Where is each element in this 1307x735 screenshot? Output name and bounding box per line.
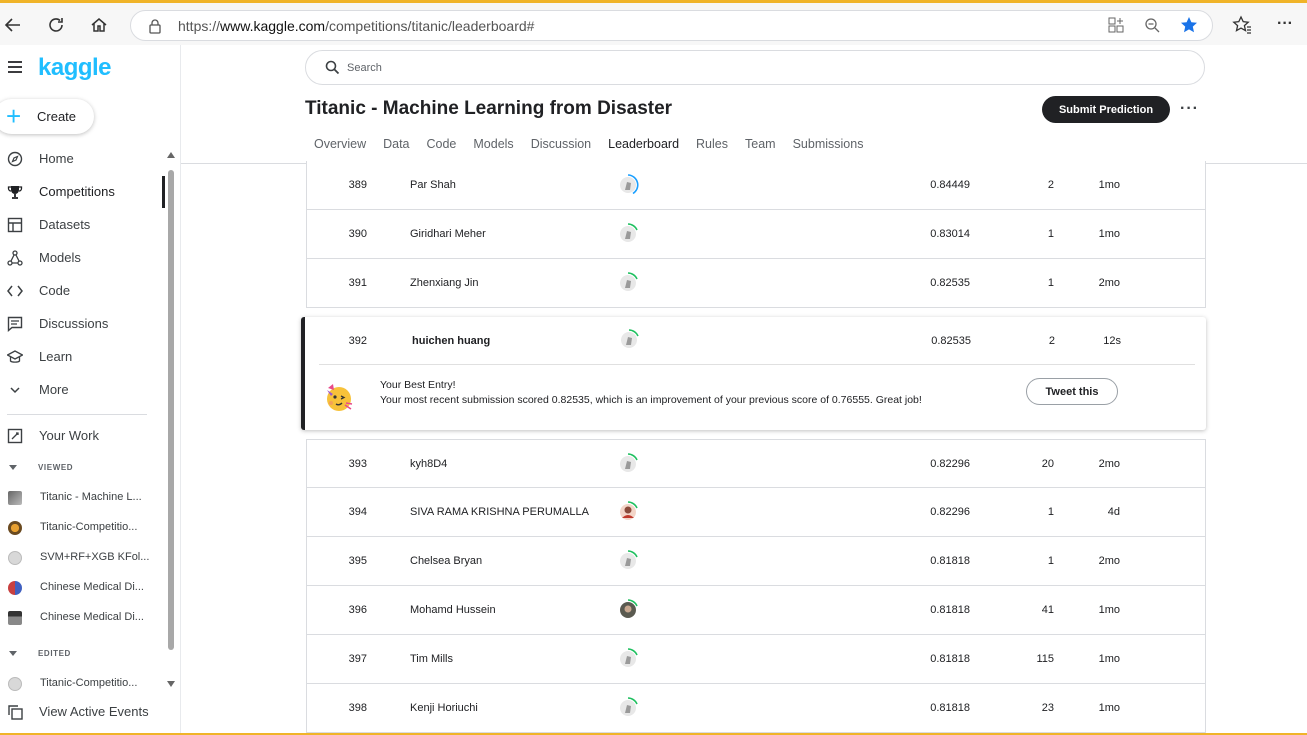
- default-avatar-icon[interactable]: [617, 550, 639, 572]
- default-avatar-icon[interactable]: [617, 648, 639, 670]
- table-icon: [7, 217, 23, 233]
- scroll-down-icon[interactable]: [167, 681, 175, 687]
- plus-icon: +: [6, 101, 22, 131]
- browser-menu-icon[interactable]: ···: [1277, 15, 1293, 33]
- best-entry-message: Your most recent submission scored 0.825…: [380, 394, 922, 406]
- tab-team[interactable]: Team: [745, 137, 776, 163]
- address-bar[interactable]: https://www.kaggle.com/competitions/tita…: [130, 10, 1213, 41]
- sidebar-item-code[interactable]: Code: [0, 275, 165, 307]
- favorite-star-icon[interactable]: [1180, 16, 1198, 39]
- avatar-icon: [8, 581, 22, 595]
- scroll-thumb[interactable]: [168, 170, 174, 650]
- chevron-down-icon: [7, 382, 23, 398]
- default-avatar-icon[interactable]: [617, 272, 639, 294]
- viewed-item[interactable]: Chinese Medical Di...: [0, 573, 165, 603]
- viewed-item[interactable]: Chinese Medical Di...: [0, 603, 165, 633]
- lock-icon: [148, 18, 162, 39]
- school-icon: [6, 349, 24, 365]
- sidebar-item-models[interactable]: Models: [0, 242, 165, 274]
- tab-rules[interactable]: Rules: [696, 137, 728, 163]
- viewed-section-toggle[interactable]: VIEWED: [9, 463, 73, 472]
- default-avatar-icon[interactable]: [617, 453, 639, 475]
- avatar-icon: [8, 521, 22, 535]
- more-options-icon[interactable]: ···: [1180, 100, 1199, 118]
- submit-prediction-button[interactable]: Submit Prediction: [1042, 96, 1170, 123]
- party-face-icon: [323, 382, 355, 414]
- sidebar-item-discussions[interactable]: Discussions: [0, 308, 165, 340]
- tab-models[interactable]: Models: [473, 137, 513, 163]
- card-divider: [319, 364, 1195, 365]
- default-avatar-icon[interactable]: [617, 697, 639, 719]
- page-title: Titanic - Machine Learning from Disaster: [305, 98, 673, 119]
- hamburger-menu-icon[interactable]: [8, 60, 22, 78]
- scroll-up-icon[interactable]: [167, 152, 175, 158]
- table-row[interactable]: 394 SIVA RAMA KRISHNA PERUMALLA 0.82296 …: [306, 488, 1206, 537]
- table-row[interactable]: 389 Par Shah 0.84449 2 1mo: [306, 161, 1206, 210]
- caret-down-icon: [9, 651, 17, 656]
- tab-leaderboard[interactable]: Leaderboard: [608, 137, 679, 163]
- trophy-icon: [7, 184, 23, 200]
- comment-icon: [7, 316, 23, 333]
- refresh-icon[interactable]: [45, 14, 67, 36]
- own-entry-card: 392 huichen huang 0.82535 2 12s Your Bes…: [301, 317, 1206, 430]
- table-row[interactable]: 391 Zhenxiang Jin 0.82535 1 2mo: [306, 259, 1206, 308]
- default-avatar-icon[interactable]: [617, 174, 639, 196]
- table-row[interactable]: 395 Chelsea Bryan 0.81818 1 2mo: [306, 537, 1206, 586]
- kaggle-logo[interactable]: kaggle: [38, 54, 112, 82]
- viewed-item[interactable]: Titanic-Competitio...: [0, 513, 165, 543]
- avatar-icon: [8, 611, 22, 625]
- favorites-icon[interactable]: [1232, 15, 1252, 35]
- sidebar-divider: [7, 414, 147, 415]
- tweet-this-button[interactable]: Tweet this: [1026, 378, 1118, 405]
- edited-section-toggle[interactable]: EDITED: [9, 649, 71, 658]
- tab-overview[interactable]: Overview: [314, 137, 366, 163]
- table-row[interactable]: 393 kyh8D4 0.82296 20 2mo: [306, 439, 1206, 488]
- sidebar-item-learn[interactable]: Learn: [0, 341, 165, 373]
- apps-icon[interactable]: [1108, 17, 1124, 38]
- search-icon: [325, 60, 340, 80]
- sidebar-item-your-work[interactable]: Your Work: [0, 420, 165, 452]
- default-avatar-icon[interactable]: [618, 329, 640, 351]
- browser-toolbar: https://www.kaggle.com/competitions/tita…: [0, 0, 1307, 45]
- sidebar-item-competitions[interactable]: Competitions: [0, 176, 165, 208]
- zoom-icon[interactable]: [1144, 17, 1160, 38]
- viewed-item[interactable]: Titanic - Machine L...: [0, 483, 165, 513]
- your-work-icon: [7, 428, 23, 444]
- sidebar-item-more[interactable]: More: [0, 374, 165, 406]
- viewed-item[interactable]: SVM+RF+XGB KFol...: [0, 543, 165, 573]
- default-avatar-icon: [8, 551, 22, 565]
- search-input[interactable]: Search: [305, 50, 1205, 85]
- competition-tabs: Overview Data Code Models Discussion Lea…: [314, 137, 880, 163]
- back-icon[interactable]: [2, 14, 24, 36]
- best-entry-title: Your Best Entry!: [380, 379, 456, 391]
- code-icon: [7, 283, 23, 299]
- sidebar-item-datasets[interactable]: Datasets: [0, 209, 165, 241]
- sidebar-scrollbar[interactable]: [166, 150, 176, 700]
- sidebar: kaggle + Create Home Competitions Datase…: [0, 45, 181, 735]
- default-avatar-icon: [8, 677, 22, 691]
- titanic-thumbnail-icon: [8, 491, 22, 505]
- table-row[interactable]: 397 Tim Mills 0.81818 115 1mo: [306, 635, 1206, 684]
- sidebar-item-view-active-events[interactable]: View Active Events: [0, 696, 165, 728]
- sidebar-item-home[interactable]: Home: [0, 143, 165, 175]
- table-row[interactable]: 390 Giridhari Meher 0.83014 1 1mo: [306, 210, 1206, 259]
- copy-events-icon: [7, 704, 23, 720]
- compass-icon: [7, 151, 23, 167]
- user-avatar-icon[interactable]: [617, 599, 639, 621]
- user-avatar-icon[interactable]: [617, 501, 639, 523]
- tab-discussion[interactable]: Discussion: [531, 137, 591, 163]
- tab-data[interactable]: Data: [383, 137, 409, 163]
- url-text: https://www.kaggle.com/competitions/tita…: [178, 18, 535, 34]
- tab-code[interactable]: Code: [427, 137, 457, 163]
- table-row[interactable]: 396 Mohamd Hussein 0.81818 41 1mo: [306, 586, 1206, 635]
- create-button[interactable]: + Create: [0, 99, 94, 134]
- caret-down-icon: [9, 465, 17, 470]
- home-icon[interactable]: [88, 14, 110, 36]
- edited-item[interactable]: Titanic-Competitio...: [0, 669, 165, 699]
- models-icon: [7, 250, 23, 266]
- tab-submissions[interactable]: Submissions: [793, 137, 864, 163]
- default-avatar-icon[interactable]: [617, 223, 639, 245]
- table-row[interactable]: 398 Kenji Horiuchi 0.81818 23 1mo: [306, 684, 1206, 733]
